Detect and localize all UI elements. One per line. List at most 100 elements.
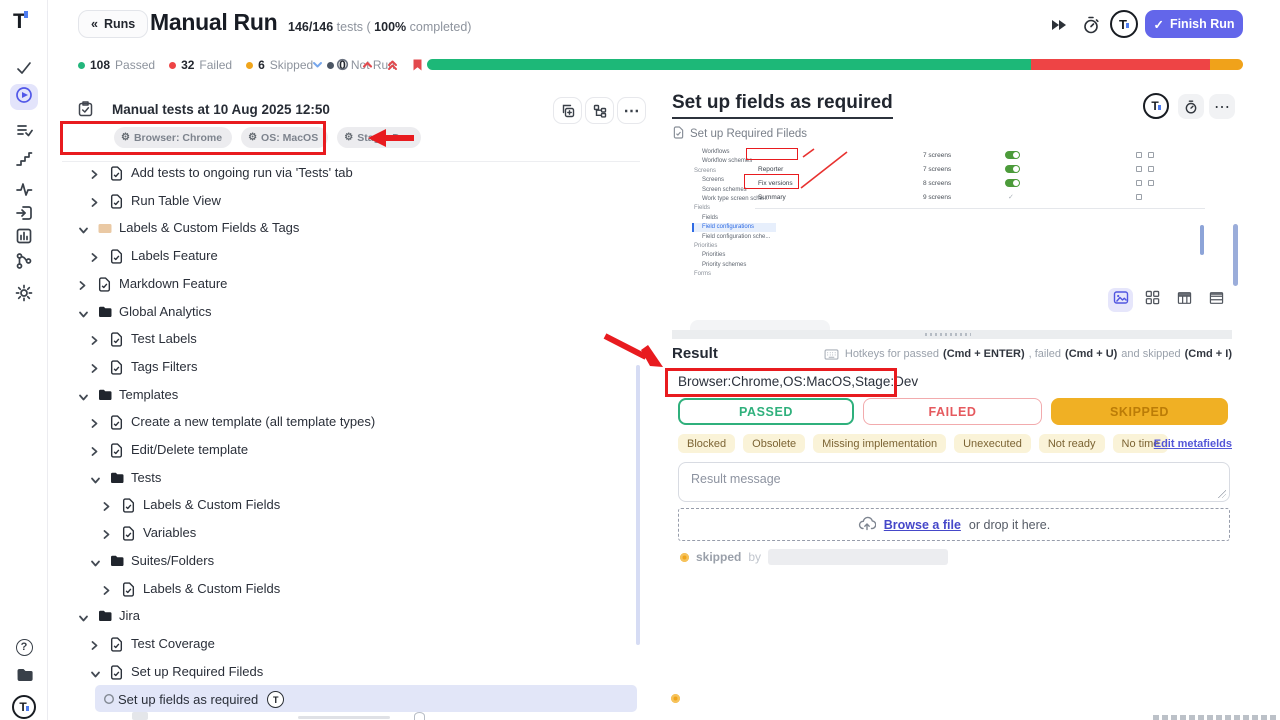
chevron-down-icon[interactable] <box>90 472 101 490</box>
app-logo-icon[interactable]: T <box>13 10 28 34</box>
sidebar-item-help[interactable]: ? <box>10 634 38 660</box>
sidebar-item-steps[interactable] <box>10 148 38 174</box>
divider <box>755 208 1205 209</box>
chevron-right-icon[interactable] <box>102 527 111 545</box>
screenshot-scrollbar[interactable] <box>1200 225 1204 255</box>
sidebar-item-runs[interactable] <box>10 84 38 110</box>
resize-handle-icon[interactable] <box>1218 490 1226 498</box>
chevron-down-icon[interactable] <box>78 306 89 324</box>
trash-icon <box>1148 152 1154 158</box>
copy-run-button[interactable] <box>553 97 582 124</box>
metafield-tag[interactable]: Not ready <box>1039 434 1105 453</box>
tree-item[interactable]: Labels Feature <box>48 242 648 270</box>
tree-test-row-selected[interactable]: Set up fields as requiredT <box>95 685 637 712</box>
tree-item[interactable]: Jira <box>48 602 648 630</box>
tree-item[interactable]: Labels & Custom Fields & Tags <box>48 214 648 242</box>
assignee-avatar: T <box>267 691 284 708</box>
tree-item[interactable]: Add tests to ongoing run via 'Tests' tab <box>48 159 648 187</box>
mark-skipped-button[interactable]: SKIPPED <box>1051 398 1228 425</box>
sidebar-item-projects[interactable] <box>10 664 38 690</box>
sidebar-item-reports[interactable] <box>10 225 38 251</box>
chevron-right-icon[interactable] <box>90 416 99 434</box>
chevron-right-icon[interactable] <box>102 499 111 517</box>
result-message-input[interactable]: Result message <box>678 462 1230 502</box>
breadcrumb[interactable]: Set up Required Fileds <box>673 126 807 142</box>
right-panel-scrollbar[interactable] <box>1233 224 1238 286</box>
user-avatar[interactable]: T <box>1110 10 1138 38</box>
test-circle-icon <box>103 692 115 710</box>
metafield-tag[interactable]: Unexecuted <box>954 434 1031 453</box>
tree-item[interactable]: Test Coverage <box>48 630 648 658</box>
metafield-tag[interactable]: Blocked <box>678 434 735 453</box>
sidebar-item-settings[interactable] <box>10 282 38 308</box>
chevron-down-icon[interactable] <box>90 555 101 573</box>
tree-item-label: Edit/Delete template <box>131 442 248 457</box>
view-mode-grid-button[interactable] <box>1140 288 1165 312</box>
test-more-button[interactable]: ⋯ <box>1209 94 1235 119</box>
test-title-link[interactable]: Set up fields as required <box>672 92 893 119</box>
sidebar-item-profile[interactable]: T <box>10 694 38 720</box>
tree-item[interactable]: Templates <box>48 381 648 409</box>
reports-icon <box>15 227 33 250</box>
tree-item[interactable]: Test Labels <box>48 325 648 353</box>
tree-item[interactable]: Labels & Custom Fields <box>48 491 648 519</box>
chevron-right-icon[interactable] <box>90 444 99 462</box>
view-mode-image-button[interactable] <box>1108 288 1133 312</box>
chevron-down-icon[interactable] <box>78 389 89 407</box>
chevron-right-icon[interactable] <box>78 278 87 296</box>
finish-run-button[interactable]: ✓ Finish Run <box>1145 10 1243 38</box>
chevron-right-icon[interactable] <box>90 167 99 185</box>
sidebar-item-tests[interactable] <box>10 57 38 83</box>
edit-icon <box>1136 166 1142 172</box>
tree-view-button[interactable] <box>585 97 614 124</box>
chevron-down-icon[interactable] <box>78 610 89 628</box>
tree-item[interactable]: Labels & Custom Fields <box>48 575 648 603</box>
edit-metafields-link[interactable]: Edit metafields <box>1154 438 1232 450</box>
chevron-right-icon[interactable] <box>90 638 99 656</box>
tree-item[interactable]: Tags Filters <box>48 353 648 381</box>
run-more-button[interactable]: ⋯ <box>617 97 646 124</box>
tree-item[interactable]: Set up Required Fileds <box>48 658 648 686</box>
chevron-right-icon[interactable] <box>102 583 111 601</box>
chevron-right-icon[interactable] <box>90 195 99 213</box>
tree-scrollbar[interactable] <box>636 365 640 645</box>
help-icon: ? <box>16 639 33 656</box>
metafield-tag[interactable]: Missing implementation <box>813 434 946 453</box>
view-mode-table-button[interactable] <box>1172 288 1197 312</box>
doc-icon <box>122 582 135 602</box>
tree-item[interactable]: Global Analytics <box>48 298 648 326</box>
sidebar-item-pulse[interactable] <box>10 178 38 204</box>
folder-icon <box>16 667 33 687</box>
cut-off-artifact <box>298 716 390 719</box>
file-dropzone[interactable]: Browse a file or drop it here. <box>678 508 1230 541</box>
run-config-badge[interactable]: ⚙Stage: Dev <box>337 127 421 148</box>
fast-forward-icon[interactable] <box>1050 16 1068 34</box>
chevron-right-icon[interactable] <box>90 333 99 351</box>
tree-item[interactable]: Suites/Folders <box>48 547 648 575</box>
chevron-down-icon[interactable] <box>78 222 89 240</box>
tree-item[interactable]: Variables <box>48 519 648 547</box>
chevron-down-icon[interactable] <box>90 666 101 684</box>
mark-passed-button[interactable]: PASSED <box>678 398 854 425</box>
test-timer-button[interactable] <box>1178 94 1204 119</box>
tree-item-label: Add tests to ongoing run via 'Tests' tab <box>131 165 353 180</box>
doc-icon <box>673 126 684 142</box>
timer-icon[interactable] <box>1082 16 1100 34</box>
tree-item[interactable]: Edit/Delete template <box>48 436 648 464</box>
browse-file-link[interactable]: Browse a file <box>884 518 961 532</box>
tree-item[interactable]: Tests <box>48 464 648 492</box>
tree-item[interactable]: Create a new template (all template type… <box>48 408 648 436</box>
view-mode-list-button[interactable] <box>1204 288 1229 312</box>
doc-icon <box>122 498 135 518</box>
upload-cloud-icon <box>858 516 876 534</box>
attachment-screenshot-preview[interactable]: WorkflowsWorkflow schemesScreensScreensS… <box>680 146 1212 288</box>
tree-item[interactable]: Markdown Feature <box>48 270 648 298</box>
chevron-right-icon[interactable] <box>90 361 99 379</box>
sidebar-item-branches[interactable] <box>10 250 38 276</box>
chevron-right-icon[interactable] <box>90 250 99 268</box>
assignee-avatar[interactable]: T <box>1143 93 1169 119</box>
sidebar-item-plans[interactable] <box>10 119 38 145</box>
tree-item[interactable]: Run Table View <box>48 187 648 215</box>
metafield-tag[interactable]: Obsolete <box>743 434 805 453</box>
mark-failed-button[interactable]: FAILED <box>863 398 1042 425</box>
